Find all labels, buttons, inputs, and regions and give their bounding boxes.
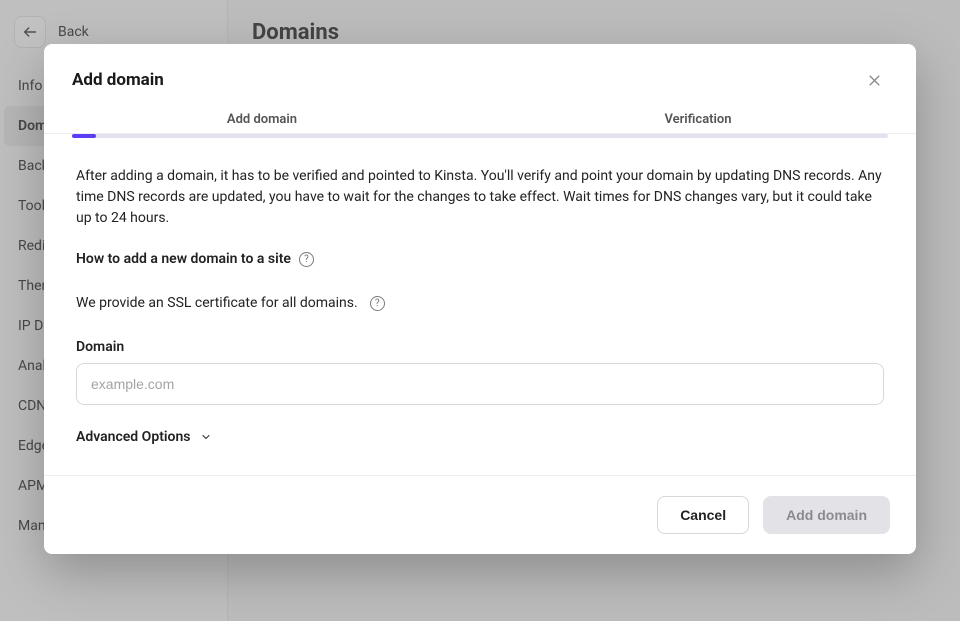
step-indicator: Add domain Verification: [44, 112, 916, 134]
step-verification: Verification: [480, 112, 916, 133]
domain-label: Domain: [76, 339, 884, 355]
howto-link-text: How to add a new domain to a site: [76, 251, 291, 267]
step-label: Verification: [664, 112, 731, 127]
ssl-info: We provide an SSL certificate for all do…: [76, 295, 884, 311]
howto-link[interactable]: How to add a new domain to a site ?: [76, 251, 884, 267]
close-button[interactable]: [860, 66, 888, 94]
help-icon: ?: [299, 252, 314, 267]
chevron-down-icon: [200, 431, 212, 443]
add-domain-button[interactable]: Add domain: [763, 496, 890, 534]
progress-track: [72, 134, 888, 138]
progress-fill: [72, 134, 96, 138]
submit-label: Add domain: [786, 507, 867, 523]
cancel-label: Cancel: [680, 507, 726, 523]
domain-input[interactable]: [76, 363, 884, 405]
modal-footer: Cancel Add domain: [44, 475, 916, 554]
modal-overlay[interactable]: Add domain Add domain Verification After…: [0, 0, 960, 621]
modal-body: After adding a domain, it has to be veri…: [44, 138, 916, 475]
modal-title: Add domain: [72, 70, 164, 90]
ssl-text: We provide an SSL certificate for all do…: [76, 295, 358, 311]
advanced-options-toggle[interactable]: Advanced Options: [76, 429, 884, 445]
advanced-label: Advanced Options: [76, 429, 190, 445]
close-icon: [867, 73, 882, 88]
step-label: Add domain: [227, 112, 297, 127]
help-icon[interactable]: ?: [370, 296, 385, 311]
modal-description: After adding a domain, it has to be veri…: [76, 166, 884, 229]
step-add-domain: Add domain: [44, 112, 480, 133]
cancel-button[interactable]: Cancel: [657, 496, 749, 534]
modal-header: Add domain: [44, 44, 916, 112]
add-domain-modal: Add domain Add domain Verification After…: [44, 44, 916, 554]
